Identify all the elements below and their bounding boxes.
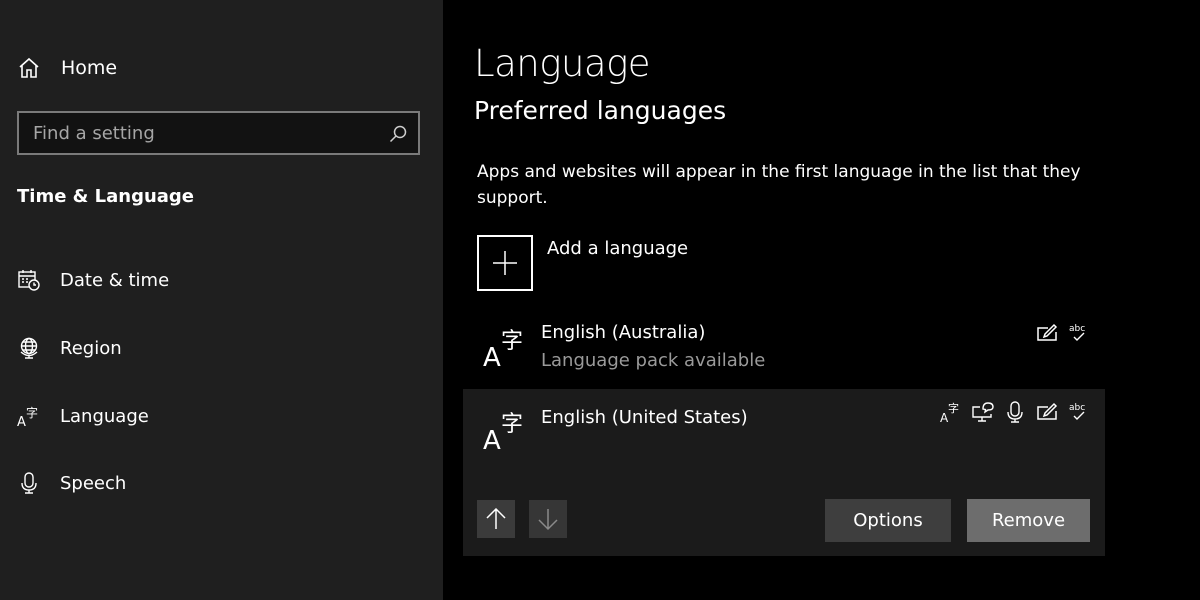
svg-text:字: 字: [501, 329, 523, 354]
plus-icon: [477, 235, 533, 291]
home-label: Home: [61, 57, 118, 79]
sidebar-item-label: Region: [60, 337, 122, 359]
sidebar: Home Time & Language Date & time: [0, 0, 443, 600]
search-icon[interactable]: [388, 124, 408, 144]
search-box: [17, 111, 420, 155]
language-features: abc: [1035, 320, 1091, 346]
section-subtitle: Preferred languages: [474, 96, 727, 125]
microphone-icon: [17, 471, 41, 495]
page-title: Language: [474, 42, 651, 85]
svg-text:A: A: [17, 415, 26, 428]
text-to-speech-icon: [971, 399, 995, 425]
speech-recognition-icon: [1003, 399, 1027, 425]
sidebar-item-language[interactable]: A 字 Language: [17, 401, 417, 431]
language-name: English (Australia): [541, 322, 706, 343]
globe-icon: [17, 336, 41, 360]
move-down-button[interactable]: [529, 500, 567, 538]
svg-text:A: A: [483, 426, 501, 453]
add-language-label: Add a language: [547, 238, 689, 259]
spellcheck-icon: abc: [1067, 320, 1091, 346]
svg-text:字: 字: [26, 405, 38, 420]
sidebar-item-label: Language: [60, 405, 149, 427]
language-name: English (United States): [541, 407, 748, 428]
arrow-down-icon: [537, 507, 559, 531]
language-item-english-united-states[interactable]: A 字 English (United States) A 字 abc Opti…: [463, 389, 1105, 556]
svg-text:abc: abc: [1069, 324, 1085, 334]
add-language-button[interactable]: Add a language: [477, 235, 688, 291]
language-icon: A 字: [481, 324, 527, 370]
handwriting-icon: [1035, 399, 1059, 425]
move-up-button[interactable]: [477, 500, 515, 538]
svg-text:A: A: [483, 343, 501, 370]
svg-text:字: 字: [948, 401, 959, 415]
svg-text:abc: abc: [1069, 403, 1085, 413]
options-button[interactable]: Options: [825, 499, 951, 542]
language-features: A 字 abc: [939, 399, 1091, 425]
remove-button[interactable]: Remove: [967, 499, 1090, 542]
sidebar-item-date-time[interactable]: Date & time: [17, 265, 417, 295]
sidebar-item-home[interactable]: Home: [17, 54, 117, 82]
svg-text:字: 字: [501, 412, 523, 437]
sidebar-item-label: Speech: [60, 472, 127, 494]
language-icon: A 字: [17, 404, 41, 428]
arrow-up-icon: [485, 507, 507, 531]
home-icon: [17, 56, 41, 80]
language-status: Language pack available: [541, 350, 766, 371]
language-icon: A 字: [481, 407, 527, 453]
search-input[interactable]: [19, 122, 379, 144]
display-language-icon: A 字: [939, 399, 963, 425]
calendar-clock-icon: [17, 268, 41, 292]
sidebar-item-region[interactable]: Region: [17, 333, 417, 363]
handwriting-icon: [1035, 320, 1059, 346]
language-item-english-australia[interactable]: A 字 English (Australia) Language pack av…: [463, 310, 1105, 388]
section-title: Time & Language: [17, 186, 195, 207]
sidebar-item-label: Date & time: [60, 269, 170, 291]
description: Apps and websites will appear in the fir…: [477, 162, 1081, 208]
spellcheck-icon: abc: [1067, 399, 1091, 425]
sidebar-item-speech[interactable]: Speech: [17, 468, 417, 498]
